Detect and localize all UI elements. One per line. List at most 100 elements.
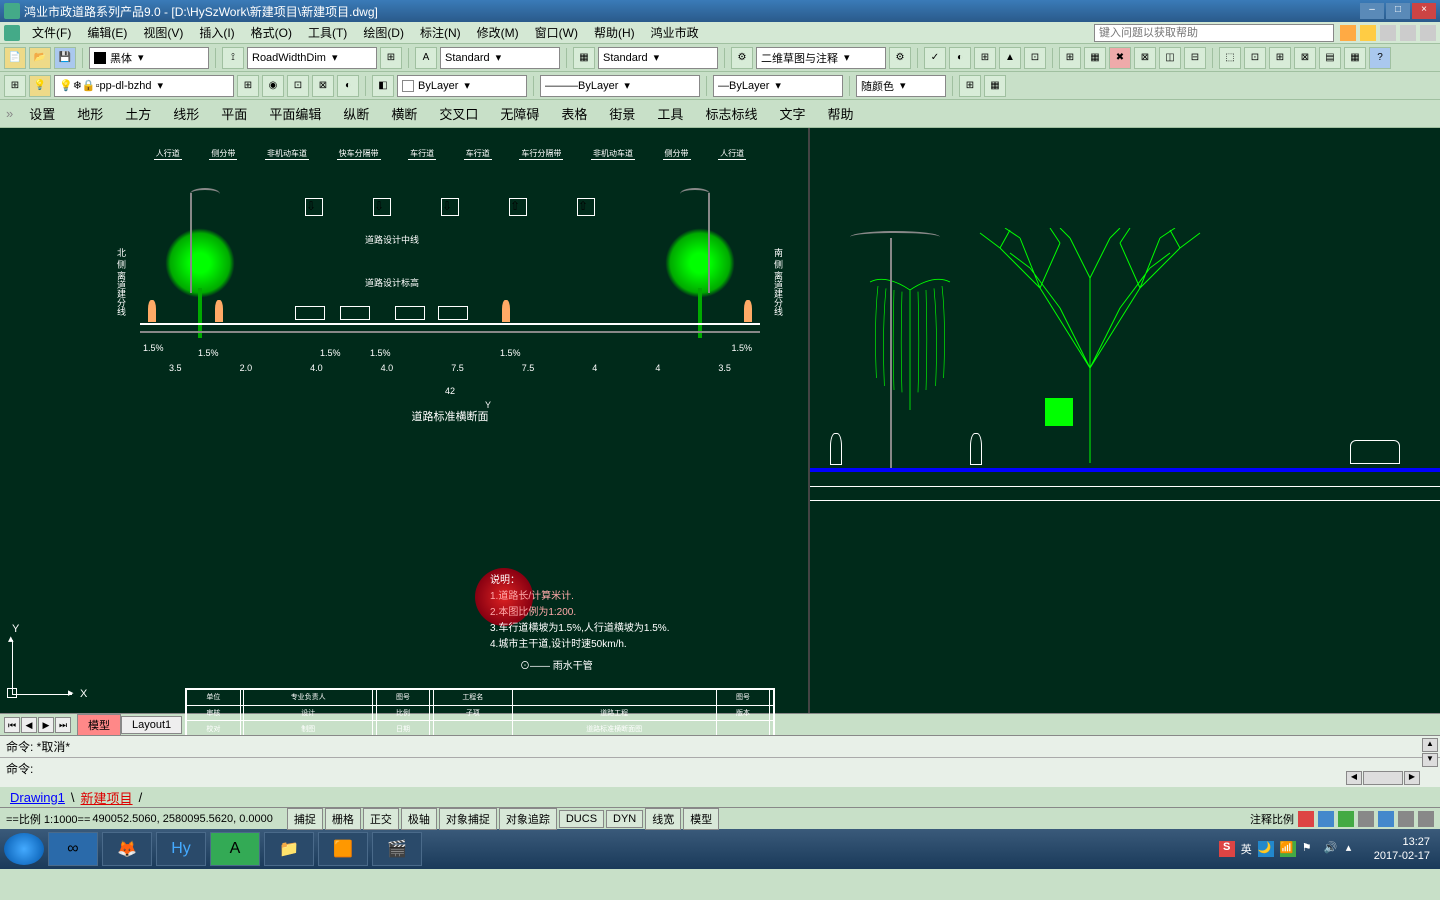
sec-marking[interactable]: 标志标线 [695, 101, 767, 126]
taskbar-app[interactable]: A [210, 832, 260, 866]
workspace-settings-button[interactable]: ⚙ [889, 47, 911, 69]
layout1-tab[interactable]: Layout1 [121, 716, 182, 734]
scroll-right-button[interactable]: ▶ [1404, 771, 1420, 785]
taskbar-app[interactable]: ∞ [48, 832, 98, 866]
tool-help[interactable]: ? [1369, 47, 1391, 69]
clock[interactable]: 13:27 2017-02-17 [1368, 835, 1436, 863]
sec-planedit[interactable]: 平面编辑 [259, 101, 331, 126]
sec-alignment[interactable]: 线形 [163, 101, 209, 126]
tray-expand-icon[interactable]: ▴ [1346, 841, 1362, 857]
tool-g[interactable]: ▦ [1084, 47, 1106, 69]
scroll-thumb[interactable] [1363, 771, 1403, 785]
snap-toggle[interactable]: 捕捉 [287, 808, 323, 830]
menu-file[interactable]: 文件(F) [24, 22, 79, 43]
menu-hongye[interactable]: 鸿业市政 [643, 22, 707, 43]
ime-indicator[interactable]: 英 [1241, 841, 1252, 857]
dim-button[interactable]: ⊞ [380, 47, 402, 69]
tool-k[interactable]: ⊟ [1184, 47, 1206, 69]
tool-d[interactable]: ▲ [999, 47, 1021, 69]
tool-e[interactable]: ⊡ [1024, 47, 1046, 69]
minimize-doc-button[interactable] [1380, 25, 1396, 41]
layer-manager-button[interactable]: ⊞ [4, 75, 26, 97]
tablestyle-icon[interactable]: ▦ [573, 47, 595, 69]
menu-view[interactable]: 视图(V) [135, 22, 191, 43]
ortho-toggle[interactable]: 正交 [363, 808, 399, 830]
layer-tool-b[interactable]: ◉ [262, 75, 284, 97]
tab-prev-button[interactable]: ◀ [21, 717, 37, 733]
sec-earthwork[interactable]: 土方 [115, 101, 161, 126]
maximize-button[interactable]: □ [1386, 3, 1410, 19]
sec-settings[interactable]: 设置 [19, 101, 65, 126]
drawing-area[interactable]: 人行道侧分带 非机动车道快车分隔带 车行道车行道 车行分隔带非机动车道 侧分带人… [0, 128, 1440, 713]
scroll-left-button[interactable]: ◀ [1346, 771, 1362, 785]
status-icon[interactable] [1298, 811, 1314, 827]
tool-i[interactable]: ⊠ [1134, 47, 1156, 69]
tab-next-button[interactable]: ▶ [38, 717, 54, 733]
tool-f[interactable]: ⊞ [1059, 47, 1081, 69]
tool-a[interactable]: ✓ [924, 47, 946, 69]
dimstyle-dropdown[interactable]: RoadWidthDim▾ [247, 47, 377, 69]
workspace-dropdown[interactable]: 二维草图与注释▾ [756, 47, 886, 69]
sec-profile[interactable]: 纵断 [333, 101, 379, 126]
tool-q[interactable]: ▦ [1344, 47, 1366, 69]
tab-last-button[interactable]: ⏭ [55, 717, 71, 733]
tray-icon[interactable]: ⚑ [1302, 841, 1318, 857]
textstyle-icon[interactable]: A [415, 47, 437, 69]
tray-icon[interactable]: 🔊 [1324, 841, 1340, 857]
viewport-left[interactable]: 人行道侧分带 非机动车道快车分隔带 车行道车行道 车行分隔带非机动车道 侧分带人… [0, 128, 810, 713]
menu-window[interactable]: 窗口(W) [527, 22, 586, 43]
workspace-icon[interactable]: ⚙ [731, 47, 753, 69]
layer-tool-e[interactable]: ◐ [337, 75, 359, 97]
status-icon[interactable] [1378, 811, 1394, 827]
sec-street[interactable]: 街景 [599, 101, 645, 126]
taskbar-app[interactable]: 🦊 [102, 832, 152, 866]
color-dropdown[interactable]: ByLayer▾ [397, 75, 527, 97]
sec-accessible[interactable]: 无障碍 [490, 101, 549, 126]
tray-icon[interactable]: S [1219, 841, 1235, 857]
textstyle-dropdown[interactable]: Standard▾ [440, 47, 560, 69]
osnap-toggle[interactable]: 对象捕捉 [439, 808, 497, 830]
scroll-up-button[interactable]: ▲ [1422, 738, 1438, 752]
help-icon[interactable] [1340, 25, 1356, 41]
menu-dim[interactable]: 标注(N) [412, 22, 469, 43]
grid-toggle[interactable]: 栅格 [325, 808, 361, 830]
lweight-toggle[interactable]: 线宽 [645, 808, 681, 830]
font-dropdown[interactable]: 黑体▾ [89, 47, 209, 69]
tool-b[interactable]: ◐ [949, 47, 971, 69]
layer-dropdown[interactable]: 💡❄🔒▫ pp-dl-bzhd▾ [54, 75, 234, 97]
menu-format[interactable]: 格式(O) [243, 22, 300, 43]
taskbar-app[interactable]: Hy [156, 832, 206, 866]
taskbar-app[interactable]: 🎬 [372, 832, 422, 866]
status-icon[interactable] [1318, 811, 1334, 827]
sec-table[interactable]: 表格 [551, 101, 597, 126]
tool-m[interactable]: ⊡ [1244, 47, 1266, 69]
scroll-down-button[interactable]: ▼ [1422, 753, 1438, 767]
sec-cross[interactable]: 横断 [381, 101, 427, 126]
ducs-toggle[interactable]: DUCS [559, 810, 604, 828]
close-doc-button[interactable] [1420, 25, 1436, 41]
menu-draw[interactable]: 绘图(D) [355, 22, 412, 43]
sec-text[interactable]: 文字 [769, 101, 815, 126]
tab-first-button[interactable]: ⏮ [4, 717, 20, 733]
tablestyle-dropdown[interactable]: Standard▾ [598, 47, 718, 69]
linetype-dropdown[interactable]: ——— ByLayer▾ [540, 75, 700, 97]
tool-c[interactable]: ⊞ [974, 47, 996, 69]
start-button[interactable] [4, 833, 44, 865]
layer-light-icon[interactable]: 💡 [29, 75, 51, 97]
sec-tools[interactable]: 工具 [647, 101, 693, 126]
help-search-input[interactable] [1094, 24, 1334, 42]
menu-help[interactable]: 帮助(H) [586, 22, 643, 43]
model-toggle[interactable]: 模型 [683, 808, 719, 830]
layer-tool-d[interactable]: ⊠ [312, 75, 334, 97]
tool-n[interactable]: ⊞ [1269, 47, 1291, 69]
layer-tool-a[interactable]: ⊞ [237, 75, 259, 97]
status-icon[interactable] [1358, 811, 1374, 827]
file-tab-project[interactable]: 新建项目 [75, 787, 139, 808]
status-icon[interactable] [1398, 811, 1414, 827]
dimstyle-icon[interactable]: ⟟ [222, 47, 244, 69]
restore-doc-button[interactable] [1400, 25, 1416, 41]
sec-intersection[interactable]: 交叉口 [429, 101, 488, 126]
viewport-right[interactable] [810, 128, 1440, 713]
command-input[interactable]: 命令: [0, 757, 1440, 779]
open-button[interactable]: 📂 [29, 47, 51, 69]
